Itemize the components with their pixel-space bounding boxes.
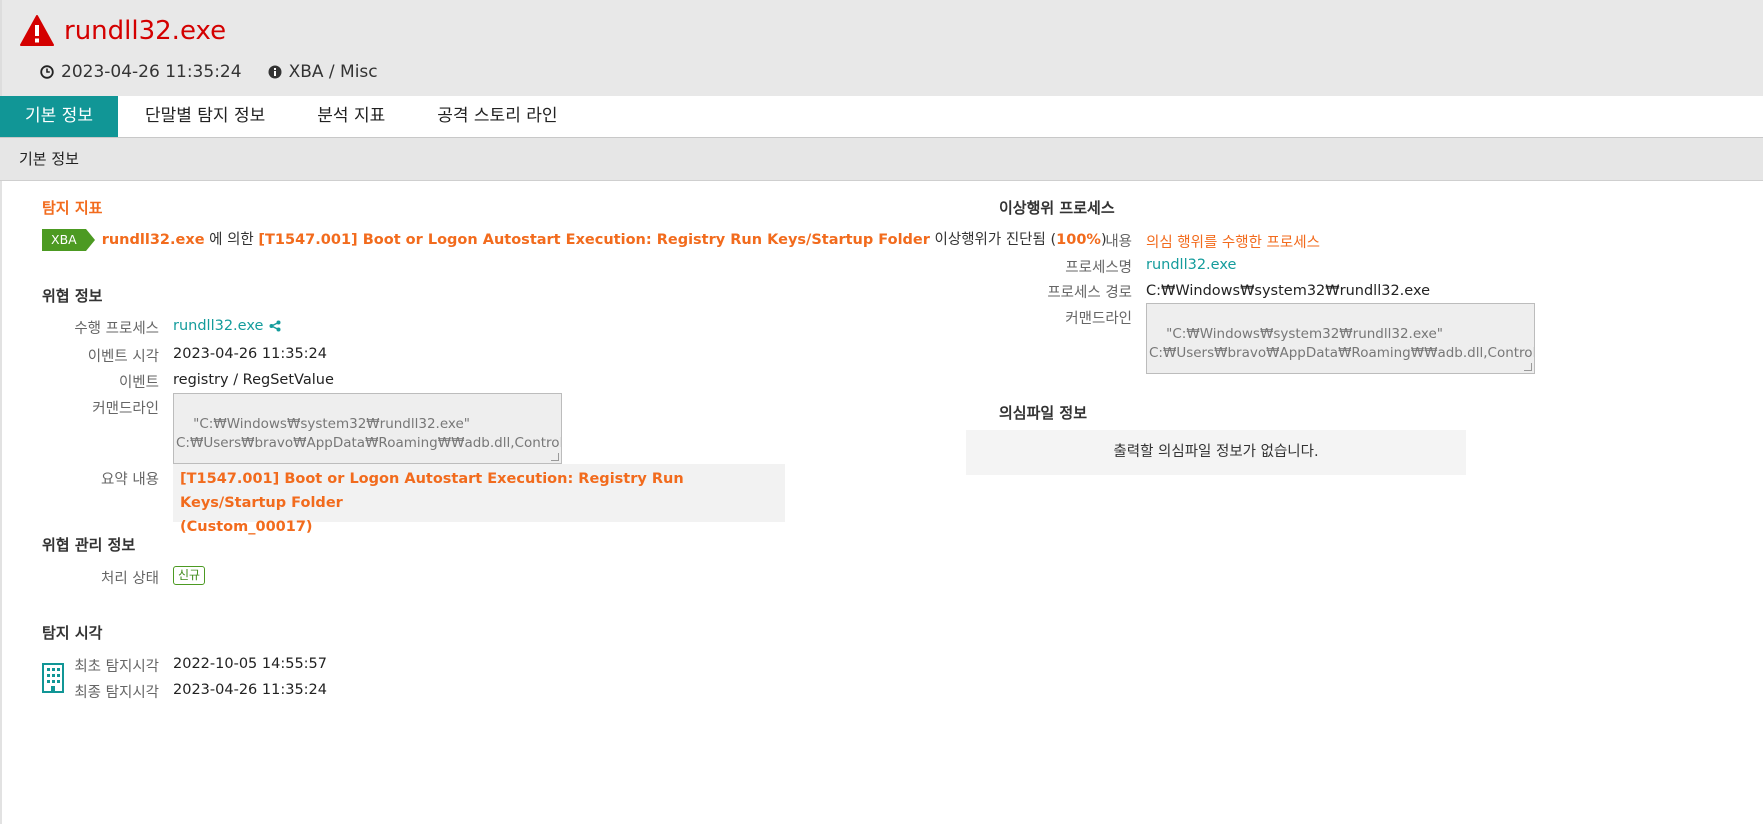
ap-content-value: 의심 행위를 수행한 프로세스 bbox=[1146, 235, 1320, 251]
tab-analysis-indicators[interactable]: 분석 지표 bbox=[292, 96, 410, 137]
info-icon bbox=[268, 65, 282, 79]
process-value-wrap: rundll32.exe bbox=[173, 318, 281, 334]
warning-icon bbox=[20, 15, 54, 46]
category-meta: XBA / Misc bbox=[268, 62, 378, 82]
main-content: 탐지 지표 XBA rundll32.exe 에 의한 [T1547.001] B… bbox=[0, 181, 1763, 824]
ap-content-label: 내용 bbox=[1105, 234, 1132, 250]
event-value: registry / RegSetValue bbox=[173, 372, 334, 388]
cmd-text: "C:₩Windows₩system32₩rundll32.exe" C:₩Us… bbox=[176, 416, 562, 451]
detection-category: XBA / Misc bbox=[288, 62, 378, 82]
suspicious-file-empty: 출력할 의심파일 정보가 없습니다. bbox=[966, 430, 1466, 475]
share-icon[interactable] bbox=[269, 320, 281, 332]
tab-bar: 기본 정보 단말별 탐지 정보 분석 지표 공격 스토리 라인 bbox=[0, 96, 1763, 138]
ap-path-label: 프로세스 경로 bbox=[1047, 285, 1132, 301]
event-time-label: 이벤트 시각 bbox=[87, 349, 159, 365]
resize-grip-icon[interactable] bbox=[551, 453, 559, 461]
event-label: 이벤트 bbox=[118, 375, 159, 391]
datetime-meta: 2023-04-26 11:35:24 bbox=[40, 62, 242, 82]
tab-basic-info[interactable]: 기본 정보 bbox=[0, 96, 118, 137]
ap-name-link[interactable]: rundll32.exe bbox=[1146, 257, 1236, 273]
summary-box: [T1547.001] Boot or Logon Autostart Exec… bbox=[173, 464, 785, 535]
process-label: 수행 프로세스 bbox=[74, 321, 159, 337]
detect-time-title: 탐지 시각 bbox=[42, 624, 103, 642]
abnormal-process-title: 이상행위 프로세스 bbox=[999, 199, 1115, 217]
summary-line-1: [T1547.001] Boot or Logon Autostart Exec… bbox=[180, 471, 684, 511]
cmd-textarea[interactable]: "C:₩Windows₩system32₩rundll32.exe" C:₩Us… bbox=[173, 393, 562, 464]
ap-path-value: C:₩Windows₩system32₩rundll32.exe bbox=[1146, 283, 1431, 299]
clock-icon bbox=[40, 65, 54, 79]
detection-indicator-row: XBA rundll32.exe 에 의한 [T1547.001] Boot or… bbox=[42, 228, 1107, 251]
xba-tag: XBA bbox=[42, 229, 95, 251]
process-link[interactable]: rundll32.exe bbox=[173, 318, 263, 334]
first-detect-label: 최초 탐지시각 bbox=[74, 659, 159, 675]
detection-process[interactable]: rundll32.exe bbox=[102, 232, 205, 248]
page-title: rundll32.exe bbox=[64, 16, 227, 46]
resize-grip-icon[interactable] bbox=[1524, 363, 1532, 371]
ap-cmd-textarea[interactable]: "C:₩Windows₩system32₩rundll32.exe" C:₩Us… bbox=[1146, 303, 1535, 374]
detection-by-text: 에 의한 bbox=[209, 232, 254, 248]
building-icon bbox=[42, 663, 64, 693]
ap-cmd-text: "C:₩Windows₩system32₩rundll32.exe" C:₩Us… bbox=[1149, 326, 1535, 361]
meta-row: 2023-04-26 11:35:24 XBA / Misc bbox=[40, 62, 378, 82]
detection-technique[interactable]: [T1547.001] Boot or Logon Autostart Exec… bbox=[258, 232, 930, 248]
status-badge: 신규 bbox=[173, 566, 206, 585]
ap-cmd-label: 커맨드라인 bbox=[1065, 311, 1132, 327]
first-detect-value: 2022-10-05 14:55:57 bbox=[173, 656, 327, 672]
ap-name-label: 프로세스명 bbox=[1065, 260, 1132, 276]
threat-info-title: 위협 정보 bbox=[42, 287, 103, 305]
last-detect-value: 2023-04-26 11:35:24 bbox=[173, 682, 327, 698]
status-label: 처리 상태 bbox=[101, 571, 159, 587]
last-detect-label: 최종 탐지시각 bbox=[74, 685, 159, 701]
tab-attack-storyline[interactable]: 공격 스토리 라인 bbox=[412, 96, 582, 137]
page-header: rundll32.exe 2023-04-26 11:35:24 XBA / M… bbox=[0, 0, 1763, 96]
detection-datetime: 2023-04-26 11:35:24 bbox=[61, 62, 242, 82]
event-time-value: 2023-04-26 11:35:24 bbox=[173, 346, 327, 362]
suspicious-file-title: 의심파일 정보 bbox=[999, 404, 1088, 422]
summary-label: 요약 내용 bbox=[101, 472, 159, 488]
section-header-bar: 기본 정보 bbox=[0, 138, 1763, 181]
threat-mgmt-title: 위협 관리 정보 bbox=[42, 536, 136, 554]
summary-line-2: (Custom_00017) bbox=[180, 519, 313, 535]
status-value-wrap: 신규 bbox=[173, 566, 206, 585]
cmd-label: 커맨드라인 bbox=[92, 401, 159, 417]
title-row: rundll32.exe bbox=[20, 14, 226, 48]
detection-indicator-title: 탐지 지표 bbox=[42, 199, 103, 217]
tab-endpoint-detection[interactable]: 단말별 탐지 정보 bbox=[120, 96, 290, 137]
